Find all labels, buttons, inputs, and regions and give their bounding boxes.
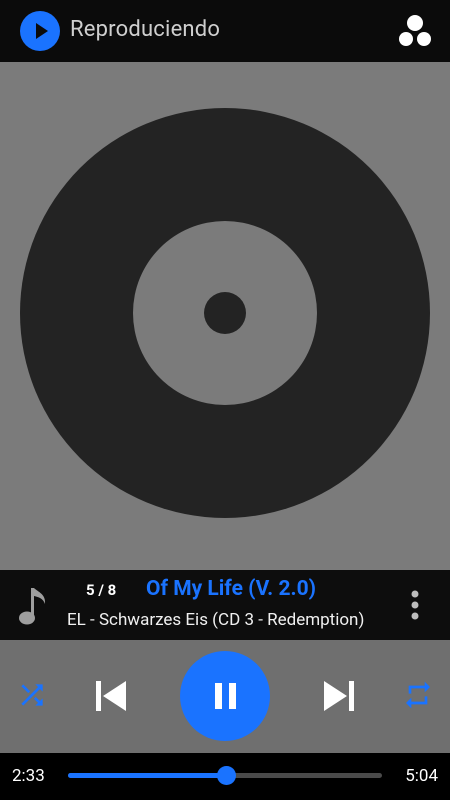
more-vertical-icon[interactable] bbox=[405, 588, 425, 622]
seek-bar-thumb[interactable] bbox=[216, 766, 236, 785]
track-info-bar: Of My Life (V. 2.0) 5 / 8 EL - Schwarzes… bbox=[0, 570, 450, 640]
artist-album: EL - Schwarzes Eis (CD 3 - Redemption) bbox=[67, 610, 365, 630]
total-time: 5:04 bbox=[405, 766, 438, 786]
progress-bar-area: 2:33 5:04 bbox=[0, 753, 450, 800]
cast-icon[interactable] bbox=[398, 14, 432, 48]
play-circle-icon[interactable] bbox=[20, 11, 60, 51]
pause-icon bbox=[215, 683, 236, 709]
album-art bbox=[0, 62, 450, 570]
repeat-icon[interactable] bbox=[402, 679, 434, 711]
track-position: 5 / 8 bbox=[86, 581, 117, 599]
seek-bar-fill bbox=[68, 773, 226, 778]
song-title: Of My Life (V. 2.0) bbox=[146, 577, 317, 601]
skip-next-icon[interactable] bbox=[320, 677, 358, 715]
vinyl-disc-icon bbox=[20, 108, 430, 518]
music-note-icon bbox=[16, 584, 50, 628]
play-pause-button[interactable] bbox=[180, 651, 270, 741]
seek-bar[interactable] bbox=[68, 766, 382, 785]
page-title: Reproduciendo bbox=[70, 17, 221, 42]
current-time: 2:33 bbox=[12, 766, 45, 786]
app-bar: Reproduciendo bbox=[0, 0, 450, 62]
playback-controls bbox=[0, 640, 450, 753]
skip-previous-icon[interactable] bbox=[92, 677, 130, 715]
shuffle-icon[interactable] bbox=[16, 679, 48, 711]
